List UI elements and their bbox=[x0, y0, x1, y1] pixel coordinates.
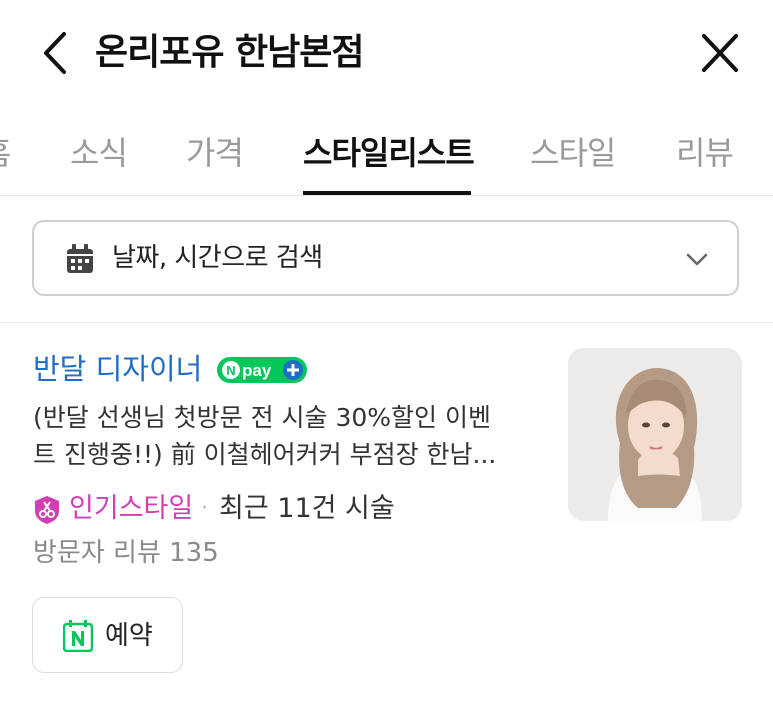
description-line-1: (반달 선생님 첫방문 전 시술 30%할인 이벤 bbox=[33, 403, 492, 432]
calendar-icon bbox=[67, 244, 93, 273]
tab-bar: 홈 소식 가격 스타일리스트 스타일 리뷰 bbox=[0, 105, 773, 196]
tab-price[interactable]: 가격 bbox=[186, 131, 244, 175]
stylist-description: (반달 선생님 첫방문 전 시술 30%할인 이벤 트 진행중!!) 前 이철헤… bbox=[33, 399, 533, 473]
tab-stylist[interactable]: 스타일리스트 bbox=[303, 131, 475, 175]
visitor-review-count: 방문자 리뷰 135 bbox=[33, 538, 219, 568]
back-button[interactable] bbox=[34, 28, 78, 78]
tab-review[interactable]: 리뷰 bbox=[676, 131, 734, 175]
date-time-search[interactable]: 날짜, 시간으로 검색 bbox=[32, 220, 739, 296]
naver-booking-icon bbox=[63, 620, 93, 652]
close-icon bbox=[702, 34, 738, 72]
npay-text: pay bbox=[242, 361, 272, 380]
reserve-label: 예약 bbox=[105, 621, 153, 651]
app-header: 온리포유 한남본점 bbox=[0, 0, 773, 105]
stylist-card[interactable]: 반달 디자이너 N pay (반달 선생님 첫방문 전 시술 30%할인 이벤 … bbox=[0, 323, 773, 703]
tab-style[interactable]: 스타일 bbox=[530, 131, 616, 175]
description-line-2: 트 진행중!!) 前 이철헤어커커 부점장 한남... bbox=[33, 440, 497, 469]
tab-home[interactable]: 홈 bbox=[0, 131, 11, 175]
page-title: 온리포유 한남본점 bbox=[95, 32, 364, 73]
chevron-down-icon bbox=[686, 253, 708, 266]
search-label: 날짜, 시간으로 검색 bbox=[112, 243, 323, 273]
separator-dot: · bbox=[201, 496, 208, 521]
popular-style-badge: 인기스타일 bbox=[69, 493, 194, 524]
active-tab-indicator bbox=[303, 191, 471, 195]
chevron-left-icon bbox=[44, 32, 66, 74]
npay-plus-icon: N pay bbox=[217, 357, 307, 383]
svg-text:N: N bbox=[226, 363, 235, 378]
stylist-portrait-image bbox=[568, 348, 742, 521]
reserve-button[interactable]: 예약 bbox=[32, 597, 183, 673]
stylist-name[interactable]: 반달 디자이너 bbox=[33, 349, 202, 389]
recent-services: 최근 11건 시술 bbox=[219, 493, 395, 524]
tab-news[interactable]: 소식 bbox=[70, 131, 128, 175]
close-button[interactable] bbox=[692, 28, 748, 80]
stylist-photo[interactable] bbox=[568, 348, 742, 521]
scissors-badge-icon bbox=[35, 496, 59, 524]
